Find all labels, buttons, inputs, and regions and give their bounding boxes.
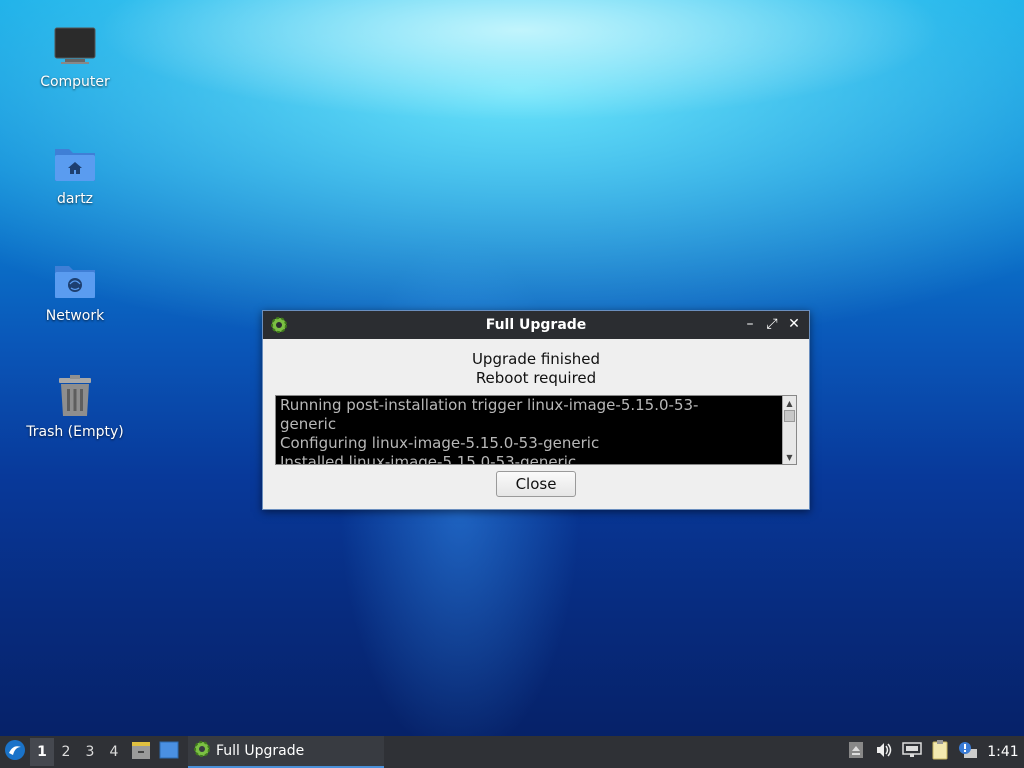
network-wired-icon bbox=[902, 742, 922, 762]
log-line: Running post-installation trigger linux-… bbox=[280, 396, 699, 414]
workspace-1[interactable]: 1 bbox=[30, 738, 54, 766]
lubuntu-logo-icon bbox=[4, 739, 26, 765]
desktop-icon-label: Computer bbox=[40, 74, 110, 90]
trash-icon bbox=[51, 372, 99, 420]
network-status-button[interactable] bbox=[898, 738, 926, 766]
desktop-icon-trash[interactable]: Trash (Empty) bbox=[20, 372, 130, 440]
update-notification-icon bbox=[958, 741, 978, 763]
minimize-button[interactable]: – bbox=[741, 315, 759, 333]
file-cabinet-icon bbox=[131, 740, 151, 764]
update-notifier-button[interactable] bbox=[954, 738, 982, 766]
dialog-title: Full Upgrade bbox=[485, 317, 587, 333]
full-upgrade-dialog: Full Upgrade – ⤢ ✕ Upgrade finished Rebo… bbox=[262, 310, 810, 510]
maximize-button[interactable]: ⤢ bbox=[763, 315, 781, 333]
workspace-2[interactable]: 2 bbox=[54, 738, 78, 766]
eject-icon bbox=[848, 741, 864, 763]
file-manager-launcher[interactable] bbox=[128, 738, 154, 766]
scroll-up-icon[interactable]: ▲ bbox=[783, 396, 796, 410]
network-folder-icon bbox=[51, 256, 99, 304]
gear-icon bbox=[192, 739, 212, 763]
app-menu-button[interactable] bbox=[0, 736, 30, 768]
gear-icon bbox=[269, 315, 289, 335]
system-tray: 1:41 bbox=[842, 736, 1024, 768]
scroll-thumb[interactable] bbox=[784, 410, 795, 422]
volume-button[interactable] bbox=[870, 738, 898, 766]
clipboard-icon bbox=[931, 740, 949, 764]
desktop-icon-computer[interactable]: Computer bbox=[20, 22, 130, 90]
workspace-3[interactable]: 3 bbox=[78, 738, 102, 766]
close-window-button[interactable]: ✕ bbox=[785, 315, 803, 333]
close-button[interactable]: Close bbox=[496, 471, 576, 497]
home-folder-icon bbox=[51, 139, 99, 187]
taskbar-item-full-upgrade[interactable]: Full Upgrade bbox=[188, 736, 384, 768]
desktop-icon-label: dartz bbox=[56, 191, 94, 207]
status-line-reboot: Reboot required bbox=[475, 369, 597, 387]
computer-icon bbox=[51, 22, 99, 70]
log-line: Configuring linux-image-5.15.0-53-generi… bbox=[280, 434, 600, 452]
speaker-icon bbox=[875, 742, 893, 762]
clock[interactable]: 1:41 bbox=[982, 744, 1024, 760]
status-message: Upgrade finished Reboot required bbox=[263, 350, 809, 388]
log-scrollbar[interactable]: ▲ ▼ bbox=[782, 396, 796, 464]
clipboard-button[interactable] bbox=[926, 738, 954, 766]
status-line-finished: Upgrade finished bbox=[471, 350, 601, 368]
taskbar: 1 2 3 4 Full Upgrade 1:41 bbox=[0, 736, 1024, 768]
desktop-icon bbox=[159, 741, 179, 763]
log-line: Installed linux-image-5.15.0-53-generic bbox=[280, 453, 577, 465]
upgrade-log[interactable]: Running post-installation trigger linux-… bbox=[275, 395, 797, 465]
dialog-titlebar[interactable]: Full Upgrade – ⤢ ✕ bbox=[263, 311, 809, 339]
desktop-icon-network[interactable]: Network bbox=[20, 256, 130, 324]
desktop-icon-label: Network bbox=[45, 308, 105, 324]
scroll-down-icon[interactable]: ▼ bbox=[783, 450, 796, 464]
taskbar-item-label: Full Upgrade bbox=[216, 743, 305, 759]
show-desktop-button[interactable] bbox=[156, 738, 182, 766]
log-line: generic bbox=[280, 415, 337, 433]
eject-button[interactable] bbox=[842, 738, 870, 766]
desktop-icon-home[interactable]: dartz bbox=[20, 139, 130, 207]
desktop-icon-label: Trash (Empty) bbox=[26, 424, 124, 440]
workspace-4[interactable]: 4 bbox=[102, 738, 126, 766]
